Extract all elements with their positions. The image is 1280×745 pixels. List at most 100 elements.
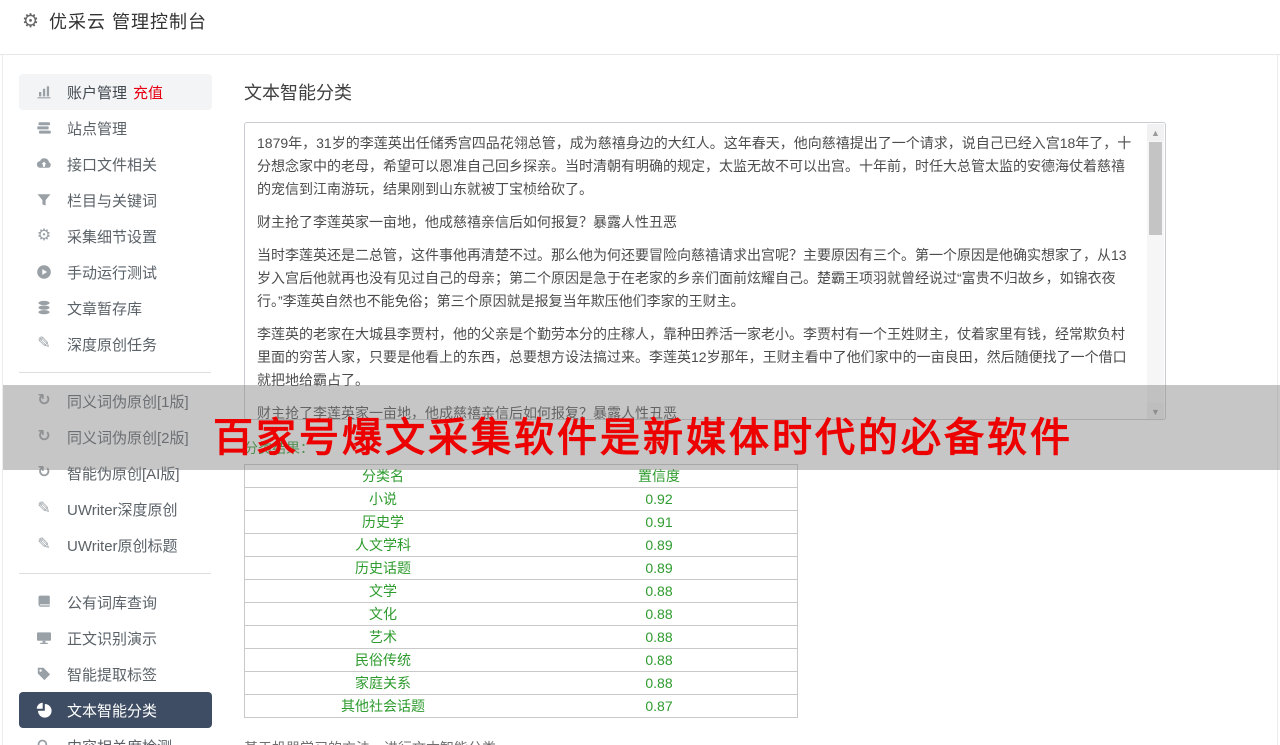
server-icon	[35, 120, 53, 136]
table-row: 小说 0.92	[244, 487, 798, 511]
monitor-icon	[35, 630, 53, 646]
classification-table: 分类名 置信度 小说 0.92 历史学 0.91 人文学科 0.89 历史话题 0.89 文学 0.…	[244, 464, 798, 718]
main-panel: 文本智能分类 1879年，31岁的李莲英出任储秀宫四品花翎总管，成为慈禧身边的大…	[231, 55, 1277, 745]
category-cell: 艺术	[244, 625, 521, 649]
sidebar-divider	[19, 372, 211, 373]
scrollbar[interactable]: ▲ ▼	[1147, 124, 1164, 419]
sidebar-item[interactable]: ✎ 深度原创任务	[19, 326, 212, 362]
content-frame: 账户管理 充值 站点管理 接口文件相关 栏目与关键词 ⚙ 采集细节设置 手动运行测试 文章暂存库…	[2, 55, 1280, 745]
article-paragraph: 财主抢了李莲英家一亩地，他成慈禧亲信后如何报复？暴露人性丑恶	[257, 214, 677, 230]
table-row: 历史学 0.91	[244, 510, 798, 534]
sidebar-item-label: 智能提取标签	[67, 666, 158, 684]
category-cell: 人文学科	[244, 533, 521, 557]
sidebar-item-label: 采集细节设置	[67, 228, 158, 246]
pencil-icon: ✎	[37, 536, 51, 553]
category-cell: 文化	[244, 602, 521, 626]
sidebar-item-label: 文章暂存库	[67, 300, 143, 318]
scroll-up-icon[interactable]: ▲	[1147, 124, 1164, 141]
confidence-cell: 0.88	[521, 648, 798, 672]
sidebar-item[interactable]: ↻ 同义词伪原创[2版]	[19, 419, 212, 455]
sidebar-item-label: 接口文件相关	[67, 156, 158, 174]
sidebar-item-label: 智能伪原创[AI版]	[67, 465, 180, 483]
sidebar-item[interactable]: 栏目与关键词	[19, 182, 212, 218]
confidence-cell: 0.88	[521, 671, 798, 695]
confidence-cell: 0.92	[521, 487, 798, 511]
sidebar-item[interactable]: ✎ UWriter原创标题	[19, 527, 212, 563]
page-title: 文本智能分类	[244, 83, 352, 103]
article-paragraph: 财主抢了李莲英家一亩地，他成慈禧亲信后如何报复？暴露人性丑恶	[257, 405, 677, 419]
sidebar-item-label: 内容相关度检测	[67, 736, 172, 745]
footer-note: 基于机器学习的方法，进行文本智能分类。	[244, 738, 1277, 745]
sidebar-item[interactable]: 智能提取标签	[19, 656, 212, 692]
sidebar-item-label: 深度原创任务	[67, 336, 158, 354]
table-header-cell: 置信度	[521, 464, 798, 488]
category-cell: 历史学	[244, 510, 521, 534]
article-paragraph: 李莲英的老家在大城县李贾村，他的父亲是个勤劳本分的庄稼人，靠种田养活一家老小。李…	[257, 326, 1127, 388]
cloud-upload-icon	[35, 156, 53, 172]
sidebar-item[interactable]: 站点管理	[19, 110, 212, 146]
refresh-icon: ↻	[37, 464, 51, 481]
table-row: 家庭关系 0.88	[244, 671, 798, 695]
refresh-icon: ↻	[37, 392, 51, 409]
confidence-cell: 0.88	[521, 602, 798, 626]
sidebar: 账户管理 充值 站点管理 接口文件相关 栏目与关键词 ⚙ 采集细节设置 手动运行测试 文章暂存库…	[3, 55, 231, 745]
magnifier-icon	[35, 738, 53, 745]
scroll-down-icon[interactable]: ▼	[1147, 403, 1164, 419]
confidence-cell: 0.87	[521, 694, 798, 718]
article-text[interactable]: 1879年，31岁的李莲英出任储秀宫四品花翎总管，成为慈禧身边的大红人。这年春天…	[245, 123, 1147, 419]
confidence-cell: 0.89	[521, 533, 798, 557]
confidence-cell: 0.91	[521, 510, 798, 534]
sidebar-item[interactable]: 接口文件相关	[19, 146, 212, 182]
confidence-cell: 0.88	[521, 579, 798, 603]
sidebar-item-label: 账户管理	[67, 84, 128, 102]
gear-icon: ⚙	[22, 11, 40, 32]
table-row: 人文学科 0.89	[244, 533, 798, 557]
sidebar-item-label: 站点管理	[67, 120, 128, 138]
sidebar-item[interactable]: ↻ 智能伪原创[AI版]	[19, 455, 212, 491]
article-paragraph: 当时李莲英还是二总管，这件事他再清楚不过。那么他为何还要冒险向慈禧请求出宫呢？主…	[257, 247, 1127, 309]
category-cell: 民俗传统	[244, 648, 521, 672]
pie-chart-icon	[35, 702, 53, 718]
table-row: 文化 0.88	[244, 602, 798, 626]
sidebar-item[interactable]: 账户管理 充值	[19, 74, 212, 110]
table-row: 文学 0.88	[244, 579, 798, 603]
gears-icon: ⚙	[36, 227, 52, 244]
sidebar-item-label: 同义词伪原创[1版]	[67, 393, 189, 411]
tag-icon	[35, 666, 53, 682]
sidebar-item[interactable]: ✎ UWriter深度原创	[19, 491, 212, 527]
sidebar-item-label: UWriter原创标题	[67, 537, 178, 555]
sidebar-item-label: 同义词伪原创[2版]	[67, 429, 189, 447]
sidebar-item[interactable]: 手动运行测试	[19, 254, 212, 290]
article-paragraph: 1879年，31岁的李莲英出任储秀宫四品花翎总管，成为慈禧身边的大红人。这年春天…	[257, 135, 1132, 197]
sidebar-item[interactable]: 文本智能分类	[19, 692, 212, 728]
result-label: 分类结果：	[244, 440, 314, 456]
recharge-badge[interactable]: 充值	[133, 82, 163, 103]
funnel-icon	[35, 192, 53, 208]
sidebar-item[interactable]: 公有词库查询	[19, 584, 212, 620]
bar-chart-icon	[35, 84, 53, 100]
play-icon	[35, 264, 53, 280]
app-title: 优采云 管理控制台	[49, 12, 208, 32]
sidebar-item[interactable]: ↻ 同义词伪原创[1版]	[19, 383, 212, 419]
database-icon	[35, 300, 53, 316]
sidebar-item[interactable]: 正文识别演示	[19, 620, 212, 656]
table-header-row: 分类名 置信度	[244, 464, 798, 488]
sidebar-item-label: 栏目与关键词	[67, 192, 158, 210]
sidebar-item-label: 公有词库查询	[67, 594, 158, 612]
sidebar-item-label: 文本智能分类	[67, 702, 158, 720]
category-cell: 文学	[244, 579, 521, 603]
article-input[interactable]: 1879年，31岁的李莲英出任储秀宫四品花翎总管，成为慈禧身边的大红人。这年春天…	[244, 122, 1166, 420]
table-header-cell: 分类名	[244, 464, 521, 488]
table-row: 民俗传统 0.88	[244, 648, 798, 672]
sidebar-item[interactable]: 文章暂存库	[19, 290, 212, 326]
table-row: 历史话题 0.89	[244, 556, 798, 580]
table-row: 艺术 0.88	[244, 625, 798, 649]
scrollbar-thumb[interactable]	[1149, 142, 1162, 235]
sidebar-item-label: 正文识别演示	[67, 630, 158, 648]
book-icon	[35, 594, 53, 610]
sidebar-divider	[19, 573, 211, 574]
category-cell: 历史话题	[244, 556, 521, 580]
sidebar-item[interactable]: ⚙ 采集细节设置	[19, 218, 212, 254]
sidebar-item[interactable]: 内容相关度检测	[19, 728, 212, 745]
pencil-icon: ✎	[37, 500, 51, 517]
